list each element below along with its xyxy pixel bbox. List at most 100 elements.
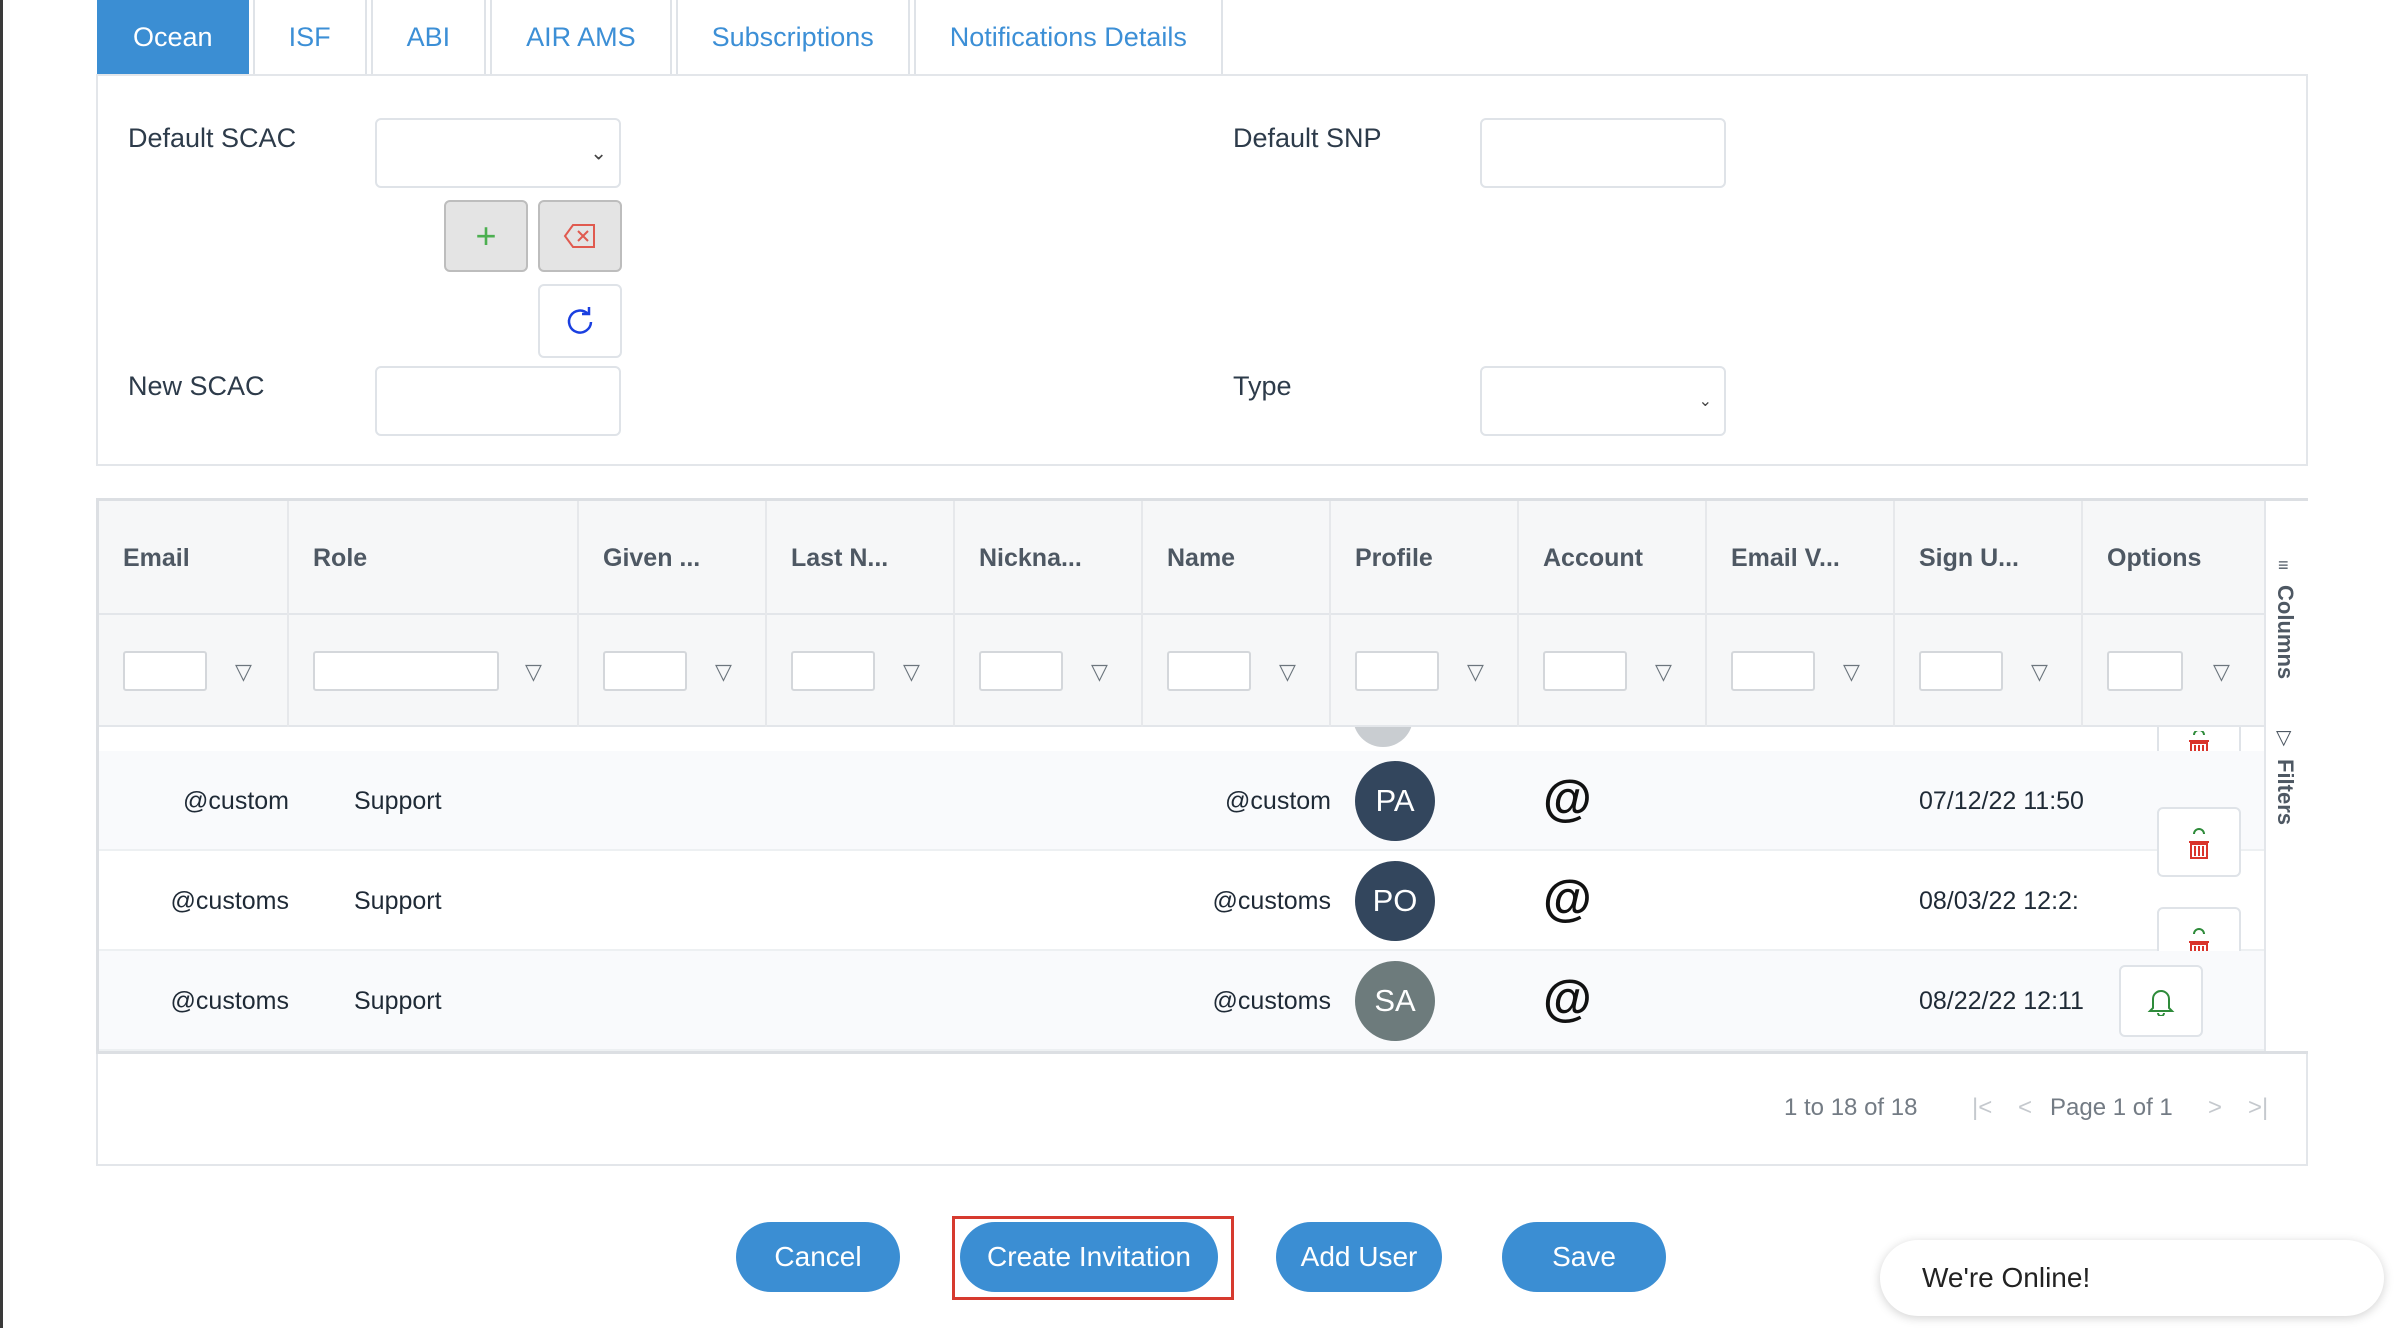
- avatar-initials: PA: [1375, 783, 1415, 818]
- filter-icon[interactable]: ▽: [1467, 659, 1484, 685]
- filter-icon[interactable]: ▽: [1091, 659, 1108, 685]
- grid-filter-row: ▽ ▽ ▽ ▽ ▽ ▽ ▽ ▽ ▽ ▽ ▽: [99, 615, 2264, 727]
- clear-scac-button[interactable]: [538, 200, 622, 272]
- filter-input-last-name[interactable]: [791, 651, 875, 691]
- avatar: SA: [1355, 961, 1435, 1041]
- cell-role: Support: [354, 986, 442, 1015]
- filter-icon[interactable]: ▽: [1843, 659, 1860, 685]
- add-user-button[interactable]: Add User: [1276, 1222, 1442, 1292]
- tab-air-ams[interactable]: AIR AMS: [490, 0, 672, 74]
- filter-input-options[interactable]: [2107, 651, 2183, 691]
- default-scac-select[interactable]: ⌄: [375, 118, 621, 188]
- add-scac-button[interactable]: +: [444, 200, 528, 272]
- filter-icon: ▽: [2276, 727, 2292, 749]
- avatar-initials: SA: [1374, 983, 1416, 1018]
- cell-role: Support: [354, 886, 442, 915]
- default-scac-label: Default SCAC: [128, 123, 297, 153]
- table-row[interactable]: @custom Support @custom PA @ 07/12/22 11…: [99, 751, 2264, 851]
- refresh-icon: [567, 307, 593, 334]
- type-label: Type: [1233, 371, 1292, 401]
- filter-icon[interactable]: ▽: [2213, 659, 2230, 685]
- chat-widget[interactable]: We're Online!: [1880, 1240, 2384, 1316]
- default-snp-input[interactable]: [1480, 118, 1726, 188]
- col-email[interactable]: Email: [99, 501, 289, 615]
- grid-side-panel: ≡ Columns ▽ Filters: [2264, 501, 2308, 1051]
- cell-name: @customs: [1212, 986, 1331, 1015]
- filter-input-profile[interactable]: [1355, 651, 1439, 691]
- filter-icon[interactable]: ▽: [525, 659, 542, 685]
- tab-abi[interactable]: ABI: [370, 0, 487, 74]
- filter-input-sign-up[interactable]: [1919, 651, 2003, 691]
- tab-bar: Ocean ISF ABI AIR AMS Subscriptions Noti…: [97, 0, 1227, 74]
- filter-input-account[interactable]: [1543, 651, 1627, 691]
- col-email-verified[interactable]: Email V...: [1707, 501, 1895, 615]
- cell-email: @custom: [183, 786, 289, 815]
- avatar: PA: [1355, 761, 1435, 841]
- grid-header: Email Role Given ... Last N... Nickna...…: [99, 501, 2264, 615]
- next-page-icon[interactable]: >: [2208, 1094, 2222, 1122]
- filter-input-given-name[interactable]: [603, 651, 687, 691]
- first-page-icon[interactable]: |<: [1972, 1094, 1992, 1122]
- col-name[interactable]: Name: [1143, 501, 1331, 615]
- prev-page-icon[interactable]: <: [2018, 1094, 2032, 1122]
- filter-input-role[interactable]: [313, 651, 499, 691]
- tab-ocean[interactable]: Ocean: [97, 0, 249, 74]
- at-icon: @: [1543, 970, 1592, 1026]
- filter-input-nickname[interactable]: [979, 651, 1063, 691]
- col-given-name[interactable]: Given ...: [579, 501, 767, 615]
- chat-status-label: We're Online!: [1922, 1262, 2091, 1293]
- at-icon: @: [1543, 870, 1592, 926]
- cell-email: @customs: [170, 886, 289, 915]
- avatar: [1353, 727, 1413, 747]
- avatar: PO: [1355, 861, 1435, 941]
- table-row[interactable]: @customs Support @customs SA @ 08/22/22 …: [99, 951, 2264, 1051]
- filter-icon[interactable]: ▽: [715, 659, 732, 685]
- filter-icon[interactable]: ▽: [903, 659, 920, 685]
- chevron-down-icon: ⌄: [1698, 393, 1712, 410]
- filter-input-name[interactable]: [1167, 651, 1251, 691]
- pager-summary: 1 to 18 of 18: [1784, 1094, 1918, 1121]
- col-last-name[interactable]: Last N...: [767, 501, 955, 615]
- save-button[interactable]: Save: [1502, 1222, 1666, 1292]
- last-page-icon[interactable]: >|: [2248, 1094, 2268, 1122]
- cell-name: @customs: [1212, 886, 1331, 915]
- table-row[interactable]: @customs Support @customs PO @ 08/03/22 …: [99, 851, 2264, 951]
- tab-isf[interactable]: ISF: [252, 0, 367, 74]
- filter-input-email[interactable]: [123, 651, 207, 691]
- refresh-scac-button[interactable]: [538, 284, 622, 358]
- col-nickname[interactable]: Nickna...: [955, 501, 1143, 615]
- at-icon: @: [1543, 770, 1592, 826]
- col-sign-up[interactable]: Sign U...: [1895, 501, 2083, 615]
- col-account[interactable]: Account: [1519, 501, 1707, 615]
- columns-tab[interactable]: Columns: [2272, 585, 2298, 679]
- cell-sign-up: 07/12/22 11:50: [1919, 786, 2083, 815]
- cell-email: @customs: [170, 986, 289, 1015]
- filter-icon[interactable]: ▽: [1655, 659, 1672, 685]
- new-scac-input[interactable]: [375, 366, 621, 436]
- cell-role: Support: [354, 786, 442, 815]
- users-grid: Email Role Given ... Last N... Nickna...…: [96, 498, 2308, 1054]
- tab-notifications-details[interactable]: Notifications Details: [913, 0, 1223, 74]
- filter-icon[interactable]: ▽: [235, 659, 252, 685]
- bell-icon: [2147, 990, 2175, 1016]
- filter-icon[interactable]: ▽: [2031, 659, 2048, 685]
- col-options[interactable]: Options: [2083, 501, 2264, 615]
- cell-sign-up: 08/03/22 12:2:: [1919, 886, 2079, 915]
- plus-icon: +: [475, 215, 497, 256]
- chevron-down-icon: ⌄: [590, 142, 607, 165]
- ocean-form: Default SCAC ⌄ + New SCAC Default SNP Ty…: [96, 74, 2308, 466]
- grid-body: @custom Support @custom PA @ 07/12/22 11…: [99, 727, 2264, 1051]
- filters-tab[interactable]: Filters: [2272, 759, 2298, 825]
- cell-sign-up: 08/22/22 12:11: [1919, 986, 2083, 1015]
- notify-button[interactable]: [2119, 965, 2203, 1037]
- col-role[interactable]: Role: [289, 501, 579, 615]
- filter-input-email-verified[interactable]: [1731, 651, 1815, 691]
- cancel-button[interactable]: Cancel: [736, 1222, 900, 1292]
- window-edge: [0, 0, 3, 1328]
- avatar-initials: PO: [1372, 883, 1418, 918]
- col-profile[interactable]: Profile: [1331, 501, 1519, 615]
- type-select[interactable]: ⌄: [1480, 366, 1726, 436]
- cell-name: @custom: [1225, 786, 1331, 815]
- tab-subscriptions[interactable]: Subscriptions: [675, 0, 910, 74]
- filter-icon[interactable]: ▽: [1279, 659, 1296, 685]
